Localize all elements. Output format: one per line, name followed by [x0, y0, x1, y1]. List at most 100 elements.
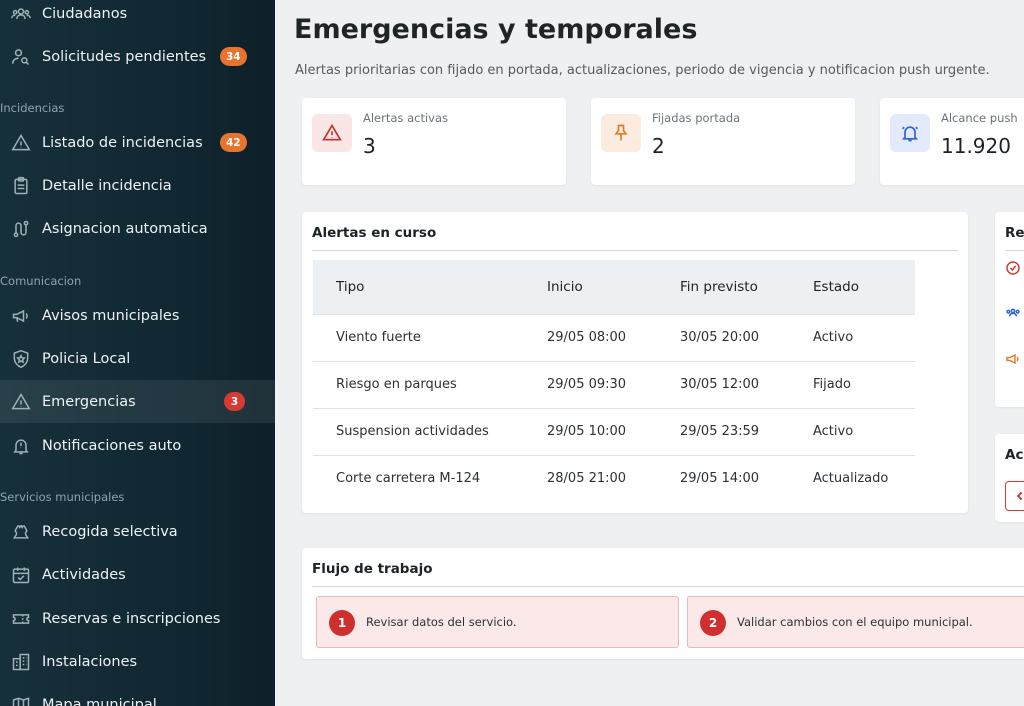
sidebar-item-asignacion-automatica[interactable]: Asignacion automatica [0, 207, 275, 250]
sidebar-item-actividades[interactable]: Actividades [0, 553, 275, 596]
cell-inicio: 29/05 08:00 [524, 313, 657, 361]
divider [312, 586, 1024, 587]
table-header-row: Tipo Inicio Fin previsto Estado [313, 260, 915, 314]
sidebar-item-label: Avisos municipales [42, 307, 180, 324]
building-icon [10, 651, 32, 673]
count-badge: 3 [224, 392, 245, 411]
sidebar-item-recogida-selectiva[interactable]: Recogida selectiva [0, 510, 275, 553]
cell-tipo: Suspension actividades [313, 407, 524, 455]
column-header-tipo: Tipo [313, 260, 524, 314]
alerts-table: Tipo Inicio Fin previsto Estado Viento f… [313, 260, 915, 502]
count-badge: 34 [220, 47, 247, 66]
divider [312, 250, 958, 251]
cell-inicio: 29/05 10:00 [524, 407, 657, 455]
users-icon [1005, 305, 1021, 321]
cell-fin: 30/05 20:00 [657, 313, 790, 361]
stat-label: Alcance push [941, 111, 1018, 125]
sidebar-item-label: Asignacion automatica [42, 220, 208, 237]
stat-card-fijadas-portada: Fijadas portada 2 [591, 98, 855, 185]
users-icon [10, 3, 32, 25]
warning-icon [10, 132, 32, 154]
stat-value: 3 [363, 134, 376, 158]
sidebar-item-label: Solicitudes pendientes [42, 48, 207, 65]
cell-inicio: 29/05 09:30 [524, 360, 657, 408]
sidebar-item-listado-incidencias[interactable]: Listado de incidencias 42 [0, 121, 275, 164]
cell-tipo: Corte carretera M-124 [313, 454, 524, 502]
stat-card-alcance-push: Alcance push 11.920 [880, 98, 1024, 185]
chevron-left-icon [1016, 491, 1024, 501]
warning-icon [10, 391, 32, 413]
workflow-step: 2 Validar cambios con el equipo municipa… [687, 596, 1024, 648]
sidebar-item-label: Notificaciones auto [42, 437, 182, 454]
sidebar-item-label: Mapa municipal [42, 696, 157, 706]
calendar-check-icon [10, 564, 32, 586]
sidebar-item-label: Reservas e inscripciones [42, 610, 221, 627]
action-button[interactable] [1005, 481, 1024, 511]
cell-estado: Activo [790, 313, 915, 361]
cell-fin: 30/05 12:00 [657, 360, 790, 408]
sidebar-item-policia-local[interactable]: Policia Local [0, 337, 275, 380]
recycle-icon [10, 521, 32, 543]
sidebar-item-avisos-municipales[interactable]: Avisos municipales [0, 294, 275, 337]
panel-title: Flujo de trabajo [312, 561, 433, 577]
stat-label: Alertas activas [363, 111, 448, 125]
cell-estado: Fijado [790, 360, 915, 408]
sidebar-item-label: Ciudadanos [42, 5, 128, 22]
alerts-panel: Alertas en curso Tipo Inicio Fin previst… [302, 212, 968, 513]
sidebar-item-ciudadanos[interactable]: Ciudadanos [0, 0, 275, 35]
sidebar-item-detalle-incidencia[interactable]: Detalle incidencia [0, 164, 275, 207]
sidebar-item-label: Emergencias [42, 393, 136, 410]
sidebar-item-label: Policia Local [42, 350, 131, 367]
user-search-icon [10, 46, 32, 68]
section-title-incidencias: Incidencias [0, 101, 65, 115]
sidebar-item-label: Detalle incidencia [42, 177, 172, 194]
stat-card-alertas-activas: Alertas activas 3 [302, 98, 566, 185]
cell-tipo: Riesgo en parques [313, 360, 524, 408]
sidebar-item-label: Recogida selectiva [42, 523, 178, 540]
table-row[interactable]: Suspension actividades 29/05 10:00 29/05… [313, 407, 915, 455]
check-circle-icon [1005, 260, 1021, 276]
cell-fin: 29/05 23:59 [657, 407, 790, 455]
sidebar-item-instalaciones[interactable]: Instalaciones [0, 640, 275, 683]
panel-title: Alertas en curso [312, 225, 437, 241]
sidebar-item-label: Listado de incidencias [42, 134, 203, 151]
pin-icon [601, 114, 641, 152]
table-row[interactable]: Viento fuerte 29/05 08:00 30/05 20:00 Ac… [313, 313, 915, 361]
table-row[interactable]: Riesgo en parques 29/05 09:30 30/05 12:0… [313, 360, 915, 408]
workflow-panel: Flujo de trabajo 1 Revisar datos del ser… [302, 548, 1024, 659]
stat-label: Fijadas portada [652, 111, 741, 125]
page-title: Emergencias y temporales [294, 14, 698, 45]
step-text: Revisar datos del servicio. [366, 615, 517, 629]
cell-estado: Actualizado [790, 454, 915, 502]
stat-value: 11.920 [941, 134, 1011, 158]
right-bottom-panel: Ac [995, 434, 1024, 522]
bell-ring-icon [890, 114, 930, 152]
sidebar-item-solicitudes[interactable]: Solicitudes pendientes 34 [0, 35, 275, 78]
cell-estado: Activo [790, 407, 915, 455]
cell-inicio: 28/05 21:00 [524, 454, 657, 502]
right-top-panel: Re [995, 212, 1024, 407]
clipboard-icon [10, 175, 32, 197]
sidebar-item-notificaciones-auto[interactable]: Notificaciones auto [0, 424, 275, 467]
megaphone-icon [10, 305, 32, 327]
bell-alert-icon [10, 435, 32, 457]
section-title-comunicacion: Comunicacion [0, 274, 82, 288]
warning-icon [312, 114, 352, 152]
map-icon [10, 694, 32, 706]
panel-title: Re [1005, 225, 1024, 241]
step-number: 1 [329, 610, 355, 636]
sidebar-item-label: Actividades [42, 566, 126, 583]
sidebar-item-emergencias[interactable]: Emergencias 3 [0, 380, 275, 423]
sidebar-item-reservas[interactable]: Reservas e inscripciones [0, 597, 275, 640]
sidebar-item-mapa-municipal[interactable]: Mapa municipal [0, 683, 275, 706]
table-row[interactable]: Corte carretera M-124 28/05 21:00 29/05 … [313, 454, 915, 502]
route-icon [10, 218, 32, 240]
stat-value: 2 [652, 134, 665, 158]
panel-title: Ac [1005, 447, 1024, 463]
step-text: Validar cambios con el equipo municipal. [737, 615, 973, 629]
sidebar-item-label: Instalaciones [42, 653, 138, 670]
ticket-icon [10, 608, 32, 630]
divider [1005, 250, 1024, 251]
count-badge: 42 [220, 133, 247, 152]
section-title-servicios: Servicios municipales [0, 490, 125, 504]
